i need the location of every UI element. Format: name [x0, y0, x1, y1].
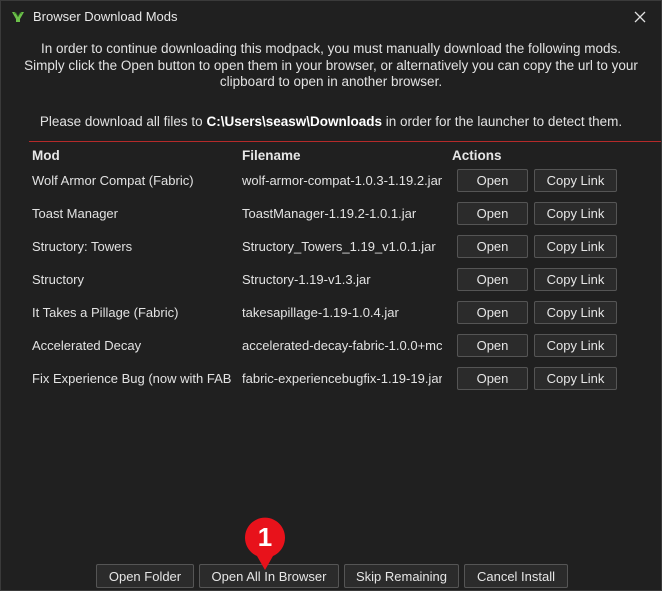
instructions-line: Simply click the Open button to open the…: [24, 57, 638, 73]
column-header-actions: Actions: [452, 148, 502, 163]
open-button[interactable]: Open: [457, 235, 528, 258]
open-button[interactable]: Open: [457, 169, 528, 192]
copy-link-button[interactable]: Copy Link: [534, 235, 617, 258]
mod-filename: ToastManager-1.19.2-1.0.1.jar: [242, 206, 417, 221]
mod-filename: fabric-experiencebugfix-1.19-19.jar: [242, 371, 442, 386]
window-title: Browser Download Mods: [33, 9, 178, 24]
table-row: Fix Experience Bug (now with FABRIC fabr…: [1, 365, 661, 393]
copy-link-button[interactable]: Copy Link: [534, 202, 617, 225]
table-row: Wolf Armor Compat (Fabric) wolf-armor-co…: [1, 167, 661, 195]
close-button[interactable]: [625, 5, 655, 29]
mod-name: Fix Experience Bug (now with FABRIC: [32, 371, 232, 386]
app-logo-icon: [12, 12, 24, 22]
instructions-line: clipboard to open in another browser.: [219, 74, 443, 89]
table-row: Structory Structory-1.19-v1.3.jar Open C…: [1, 266, 661, 294]
open-button[interactable]: Open: [457, 301, 528, 324]
open-button[interactable]: Open: [457, 367, 528, 390]
copy-link-button[interactable]: Copy Link: [534, 334, 617, 357]
table-row: Structory: Towers Structory_Towers_1.19_…: [1, 233, 661, 261]
mod-name: Toast Manager: [32, 206, 118, 221]
table-row: Toast Manager ToastManager-1.19.2-1.0.1.…: [1, 200, 661, 228]
mod-name: Structory: [32, 272, 85, 287]
open-button[interactable]: Open: [457, 202, 528, 225]
instructions-text: In order to continue downloading this mo…: [1, 41, 661, 91]
mod-filename: accelerated-decay-fabric-1.0.0+mc1: [242, 338, 442, 353]
close-icon: [634, 11, 646, 23]
browser-download-mods-dialog: Browser Download Mods In order to contin…: [0, 0, 662, 591]
mod-filename: wolf-armor-compat-1.0.3-1.19.2.jar: [242, 173, 442, 188]
copy-link-button[interactable]: Copy Link: [534, 169, 617, 192]
open-folder-button[interactable]: Open Folder: [96, 564, 194, 588]
download-suffix: in order for the launcher to detect them…: [382, 114, 623, 129]
copy-link-button[interactable]: Copy Link: [534, 268, 617, 291]
mod-filename: takesapillage-1.19-1.0.4.jar: [242, 305, 399, 320]
copy-link-button[interactable]: Copy Link: [534, 301, 617, 324]
mod-filename: Structory-1.19-v1.3.jar: [242, 272, 371, 287]
open-button[interactable]: Open: [457, 268, 528, 291]
cancel-install-button[interactable]: Cancel Install: [464, 564, 568, 588]
open-button[interactable]: Open: [457, 334, 528, 357]
table-row: Accelerated Decay accelerated-decay-fabr…: [1, 332, 661, 360]
annotation-badge: 1: [245, 517, 285, 570]
mod-name: It Takes a Pillage (Fabric): [32, 305, 179, 320]
skip-remaining-button[interactable]: Skip Remaining: [344, 564, 459, 588]
column-header-filename: Filename: [242, 148, 301, 163]
download-prefix: Please download all files to: [39, 114, 207, 129]
table-row: It Takes a Pillage (Fabric) takesapillag…: [1, 299, 661, 327]
download-location-text: Please download all files to C:\Users\se…: [1, 114, 661, 129]
mod-filename: Structory_Towers_1.19_v1.0.1.jar: [242, 239, 436, 254]
mod-name: Wolf Armor Compat (Fabric): [32, 173, 194, 188]
annotation-badge-number: 1: [258, 522, 272, 552]
mod-name: Accelerated Decay: [32, 338, 142, 353]
download-path: C:\Users\seasw\Downloads: [206, 114, 383, 129]
column-header-mod: Mod: [32, 148, 60, 163]
title-bar: Browser Download Mods: [1, 1, 661, 33]
instructions-line: In order to continue downloading this mo…: [40, 41, 622, 56]
header-divider: [29, 141, 661, 142]
mod-name: Structory: Towers: [32, 239, 133, 254]
copy-link-button[interactable]: Copy Link: [534, 367, 617, 390]
